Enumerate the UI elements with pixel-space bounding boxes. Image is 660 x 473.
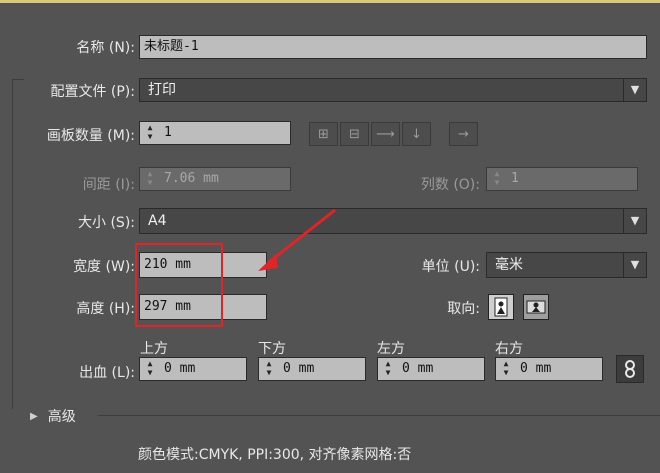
name-label: 名称 (N): [76,40,135,56]
size-value: A4 [148,213,167,229]
highlight-box [135,243,223,327]
arrange-by-row-icon[interactable]: ⟶ [371,122,400,146]
bleed-bottom-input[interactable]: ▲ ▼ 0 mm [258,357,366,381]
chevron-down-icon: ▼ [623,209,646,233]
artboards-stepper[interactable]: ▲ ▼ [142,123,158,141]
arrange-by-column-icon[interactable]: ↓ [402,122,431,146]
bleed-bottom-value: 0 mm [283,361,315,376]
name-input[interactable]: 未标题-1 [139,35,647,59]
grid-by-row-icon[interactable]: ⊞ [309,122,338,146]
advanced-toggle[interactable]: ▶ 高级 [30,406,76,426]
right-to-left-layout-icon[interactable]: → [449,122,478,146]
bleed-right-stepper[interactable]: ▲ ▼ [498,359,514,377]
size-dropdown[interactable]: A4 ▼ [139,208,647,234]
stepper-up-icon[interactable]: ▲ [142,359,158,368]
orientation-label: 取向: [447,301,480,317]
portrait-orientation-icon[interactable] [488,294,514,320]
stepper-up-icon[interactable]: ▲ [261,359,277,368]
bleed-top-label: 上方 [140,341,168,357]
bleed-left-label: 左方 [377,341,405,357]
units-label: 单位 (U): [421,259,480,275]
profile-value: 打印 [148,82,176,98]
bleed-top-stepper[interactable]: ▲ ▼ [142,359,158,377]
columns-label: 列数 (O): [420,177,480,193]
summary-text: 颜色模式:CMYK, PPI:300, 对齐像素网格:否 [138,447,412,463]
chevron-down-icon: ▼ [623,253,646,277]
spacing-label: 间距 (I): [82,177,135,193]
stepper-up-icon[interactable]: ▲ [142,123,158,132]
stepper-up-icon[interactable]: ▲ [489,169,505,178]
spacing-stepper[interactable]: ▲ ▼ [142,169,158,187]
stepper-down-icon[interactable]: ▼ [380,368,396,377]
size-label: 大小 (S): [78,215,135,231]
chevron-down-icon: ▼ [623,79,646,101]
stepper-up-icon[interactable]: ▲ [498,359,514,368]
stepper-down-icon[interactable]: ▼ [142,132,158,141]
stepper-up-icon[interactable]: ▲ [380,359,396,368]
bleed-left-stepper[interactable]: ▲ ▼ [380,359,396,377]
advanced-label: 高级 [47,409,76,425]
bleed-right-label: 右方 [495,341,523,357]
landscape-orientation-icon[interactable] [523,294,549,320]
group-frame-top [12,79,24,80]
bleed-top-input[interactable]: ▲ ▼ 0 mm [139,357,247,381]
grid-by-column-icon[interactable]: ⊟ [340,122,369,146]
profile-dropdown[interactable]: 打印 ▼ [139,78,647,102]
columns-value: 1 [511,171,519,186]
stepper-down-icon[interactable]: ▼ [489,178,505,187]
stepper-down-icon[interactable]: ▼ [142,368,158,377]
artboards-label: 画板数量 (M): [46,128,135,144]
top-accent-bar [0,0,660,3]
stepper-down-icon[interactable]: ▼ [498,368,514,377]
bleed-bottom-label: 下方 [258,341,286,357]
expand-triangle-icon: ▶ [30,410,38,422]
bleed-top-value: 0 mm [164,361,196,376]
bleed-left-value: 0 mm [402,361,434,376]
artboards-value: 1 [164,125,172,140]
group-frame-left [12,79,13,409]
stepper-up-icon[interactable]: ▲ [142,169,158,178]
stepper-down-icon[interactable]: ▼ [261,368,277,377]
link-bleed-icon[interactable] [616,355,644,383]
profile-label: 配置文件 (P): [50,84,135,100]
stepper-down-icon[interactable]: ▼ [142,178,158,187]
columns-stepper[interactable]: ▲ ▼ [489,169,505,187]
columns-input[interactable]: ▲ ▼ 1 [486,167,638,191]
height-label: 高度 (H): [76,301,135,317]
bleed-right-input[interactable]: ▲ ▼ 0 mm [495,357,603,381]
spacing-value: 7.06 mm [164,171,219,186]
spacing-input[interactable]: ▲ ▼ 7.06 mm [139,167,291,191]
bleed-label: 出血 (L): [79,365,135,381]
advanced-divider [98,415,660,416]
bleed-left-input[interactable]: ▲ ▼ 0 mm [377,357,485,381]
annotation-arrow-icon [258,208,336,271]
bleed-right-value: 0 mm [520,361,552,376]
units-dropdown[interactable]: 毫米 ▼ [486,252,647,278]
bleed-bottom-stepper[interactable]: ▲ ▼ [261,359,277,377]
width-label: 宽度 (W): [73,259,135,275]
units-value: 毫米 [495,257,523,273]
artboards-input[interactable]: ▲ ▼ 1 [139,121,291,145]
